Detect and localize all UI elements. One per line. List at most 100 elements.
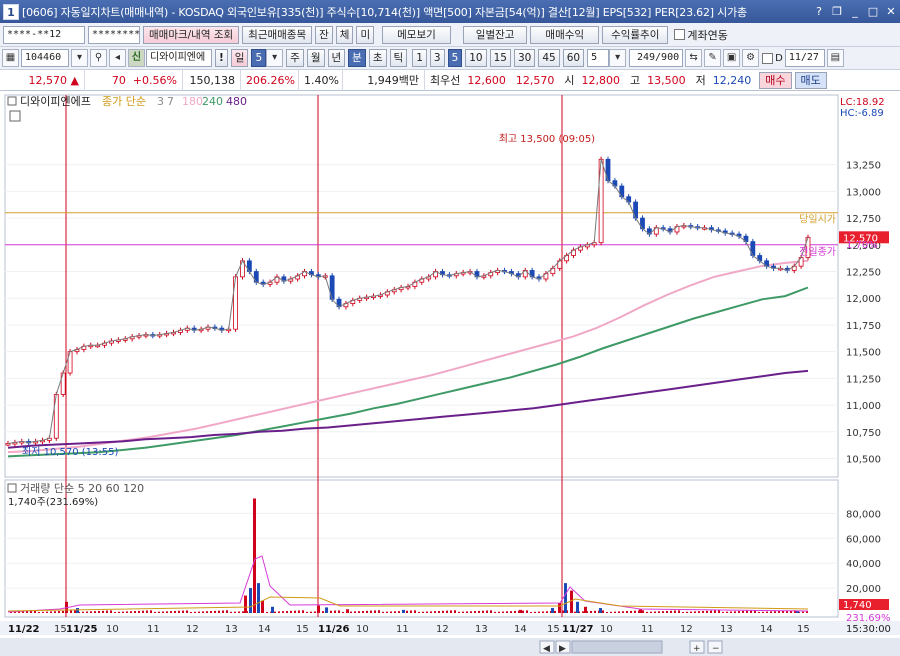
close-icon[interactable]: ✕ xyxy=(884,5,898,19)
period-10-button[interactable]: 10 xyxy=(465,49,487,67)
volume-bar xyxy=(286,611,288,613)
volume-bar xyxy=(110,610,112,613)
open-line-label: 당일시가 xyxy=(799,214,836,226)
volume-bar xyxy=(314,611,316,613)
volume-bar xyxy=(306,611,308,613)
unfilled-button[interactable]: 미 xyxy=(356,25,375,44)
warning-button[interactable]: ! xyxy=(215,49,228,67)
compare-icon[interactable]: ⇆ xyxy=(685,49,703,67)
volume-tick-label: 40,000 xyxy=(846,559,881,570)
zoom-in-glyph: + xyxy=(693,644,701,654)
turnover: 1.40% xyxy=(299,69,343,91)
period-dropdown-icon[interactable]: ▾ xyxy=(609,49,627,67)
volume-bar xyxy=(726,611,728,613)
volume-bar xyxy=(662,611,664,613)
volume-bar xyxy=(166,611,168,613)
period-45-button[interactable]: 45 xyxy=(538,49,560,67)
password-input[interactable]: ******** xyxy=(88,25,140,44)
balance-button[interactable]: 잔 xyxy=(315,25,333,44)
period-3-button[interactable]: 3 xyxy=(429,49,445,67)
return-trend-button[interactable]: 수익률추이 xyxy=(602,25,669,44)
month-tab[interactable]: 월 xyxy=(306,49,325,67)
window-number[interactable]: 1 xyxy=(3,3,19,20)
volume-bar xyxy=(646,611,648,613)
volume-bar xyxy=(154,611,156,613)
table-icon[interactable] xyxy=(9,110,21,122)
volume-bar xyxy=(702,611,704,613)
trade-profit-button[interactable]: 매매수익 xyxy=(530,25,600,44)
volume-bar xyxy=(742,610,744,613)
date-input[interactable]: 11/27 xyxy=(784,49,825,67)
period-1-button[interactable]: 1 xyxy=(412,49,427,67)
volume-bar xyxy=(170,611,172,613)
volume-bar xyxy=(690,611,692,613)
period-15-button[interactable]: 15 xyxy=(489,49,511,67)
volume-bar xyxy=(670,610,672,613)
best-bid: 12,570 xyxy=(515,73,555,87)
period-input[interactable]: 5 xyxy=(587,49,610,67)
account-link-checkbox[interactable] xyxy=(674,29,686,40)
volume-bar xyxy=(466,611,468,613)
volume-bar xyxy=(599,608,602,613)
sound-icon[interactable]: ◂ xyxy=(109,49,126,67)
volume-bar xyxy=(714,610,716,613)
volume-bar xyxy=(706,610,708,613)
day-five-tab[interactable]: 5 xyxy=(251,49,267,67)
search-icon[interactable]: ⚲ xyxy=(90,49,107,67)
volume-bar xyxy=(554,610,556,613)
volume-bar xyxy=(261,600,264,613)
recent-trades-button[interactable]: 최근매매종목 xyxy=(242,25,313,44)
legend-ma240: 240 xyxy=(202,95,223,108)
scroll-thumb[interactable] xyxy=(571,640,663,654)
second-tab[interactable]: 초 xyxy=(368,49,387,67)
price-tick-label: 13,000 xyxy=(846,187,881,198)
minimize-icon[interactable]: _ xyxy=(848,5,862,19)
minute-tab[interactable]: 분 xyxy=(348,49,366,67)
code-input[interactable]: 104460 xyxy=(21,49,69,67)
trade-amount: 1,949백만 xyxy=(343,69,425,91)
executed-button[interactable]: 체 xyxy=(335,25,354,44)
volume-bar xyxy=(750,610,752,613)
time-tick-label: 11/26 xyxy=(318,624,350,635)
volume-bar xyxy=(426,611,428,613)
period-60-button[interactable]: 60 xyxy=(562,49,585,67)
count-field[interactable]: 249/900 xyxy=(629,49,684,67)
memo-button[interactable]: 메모보기 xyxy=(382,25,451,44)
volume-bar xyxy=(538,611,540,613)
price-tick-label: 11,750 xyxy=(846,321,881,332)
volume-bar xyxy=(330,610,332,613)
trade-mark-button[interactable]: 매매마크/내역 조회 xyxy=(143,25,240,44)
calendar-icon[interactable]: ▤ xyxy=(826,49,844,67)
date-prefix: D xyxy=(775,52,783,64)
maximize-icon[interactable]: □ xyxy=(866,5,880,19)
price-change-pct: +0.56% xyxy=(132,73,177,87)
day-tab[interactable]: 일 xyxy=(230,49,249,67)
date-checkbox[interactable] xyxy=(762,52,774,64)
settings-icon[interactable]: ⚙ xyxy=(742,49,760,67)
price-chart[interactable]: 디와이피엔에프 종가 단순 3 7 180 240 480 LC:18.92 H… xyxy=(0,91,900,656)
buy-button[interactable]: 매수 xyxy=(759,71,792,89)
volume-bar xyxy=(534,611,536,613)
high-annotation: 최고 13,500 (09:05) xyxy=(499,133,595,145)
daily-balance-button[interactable]: 일별잔고 xyxy=(462,25,528,44)
tick-tab[interactable]: 틱 xyxy=(389,49,408,67)
dropdown-icon[interactable]: ▾ xyxy=(71,49,88,67)
sell-button[interactable]: 매도 xyxy=(794,71,827,89)
time-tick-label: 14 xyxy=(760,624,773,635)
help-icon[interactable]: ? xyxy=(812,5,826,19)
volume-bar xyxy=(62,610,64,613)
period-5-button[interactable]: 5 xyxy=(447,49,463,67)
period-30-button[interactable]: 30 xyxy=(514,49,536,67)
tool-icon[interactable]: ✎ xyxy=(704,49,722,67)
volume-bar xyxy=(322,611,324,613)
grid-icon[interactable]: ▦ xyxy=(2,49,19,67)
year-tab[interactable]: 년 xyxy=(327,49,346,67)
account-select[interactable]: ****-**12 xyxy=(3,25,85,44)
volume-bar xyxy=(214,610,216,613)
day-dropdown-icon[interactable]: ▾ xyxy=(266,49,284,67)
restore-icon[interactable]: ❐ xyxy=(830,5,844,19)
volume-bar xyxy=(218,610,220,613)
week-tab[interactable]: 주 xyxy=(286,49,304,67)
save-icon[interactable]: ▣ xyxy=(723,49,741,67)
scroll-bar[interactable] xyxy=(0,638,900,656)
